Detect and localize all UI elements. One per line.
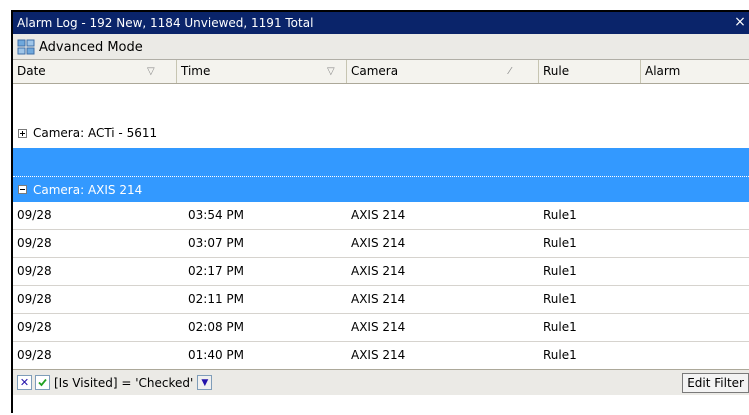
column-header-time-label: Time — [181, 64, 211, 78]
advanced-mode-button[interactable]: Advanced Mode — [17, 37, 143, 57]
cell-date: 09/28 — [17, 348, 52, 362]
cell-rule: Rule1 — [543, 264, 577, 278]
cell-rule: Rule1 — [543, 348, 577, 362]
cell-date: 09/28 — [17, 264, 52, 278]
column-header-alarm[interactable]: Alarm — [641, 60, 749, 83]
checkmark-icon — [38, 378, 47, 387]
filter-expression[interactable]: [Is Visited] = 'Checked' — [54, 376, 193, 390]
group-label: Camera: AXIS 214 — [33, 182, 143, 197]
cell-camera: AXIS 214 — [351, 208, 406, 222]
chevron-down-icon[interactable]: ▼ — [197, 375, 213, 390]
advanced-mode-label: Advanced Mode — [39, 39, 143, 55]
cell-camera: AXIS 214 — [351, 320, 406, 334]
group-row-acti-5611[interactable]: Camera: ACTi - 5611 — [13, 120, 749, 146]
cell-time: 02:08 PM — [188, 320, 244, 334]
cell-rule: Rule1 — [543, 208, 577, 222]
toolbar: Advanced Mode — [13, 34, 749, 60]
cell-camera: AXIS 214 — [351, 348, 406, 362]
cell-date: 09/28 — [17, 320, 52, 334]
column-header-time[interactable]: Time ▽ — [177, 60, 347, 83]
alarm-rows: 09/28 03:54 PM AXIS 214 Rule1 09/28 03:0… — [13, 202, 749, 370]
cell-time: 01:40 PM — [188, 348, 244, 362]
clear-filter-icon[interactable]: ✕ — [17, 375, 32, 390]
table-row[interactable]: 09/28 01:40 PM AXIS 214 Rule1 — [13, 342, 749, 370]
cell-camera: AXIS 214 — [351, 236, 406, 250]
table-row[interactable]: 09/28 03:07 PM AXIS 214 Rule1 — [13, 230, 749, 258]
filter-icon[interactable]: ▽ — [327, 60, 335, 83]
table-row[interactable]: 09/28 02:11 PM AXIS 214 Rule1 — [13, 286, 749, 314]
column-header-date[interactable]: Date ▽ — [13, 60, 177, 83]
collapse-minus-icon[interactable] — [18, 185, 27, 194]
column-header-rule-label: Rule — [543, 64, 570, 78]
filter-bar: ✕ [Is Visited] = 'Checked' ▼ Edit Filter — [13, 369, 749, 395]
column-header-camera-label: Camera — [351, 64, 399, 78]
window-title: Alarm Log - 192 New, 1184 Unviewed, 1191… — [17, 16, 314, 30]
column-header-alarm-label: Alarm — [645, 64, 681, 78]
cell-time: 03:54 PM — [188, 208, 244, 222]
cell-time: 03:07 PM — [188, 236, 244, 250]
cell-rule: Rule1 — [543, 320, 577, 334]
column-header-row: Date ▽ Time ▽ Camera ⁄ Rule Alarm — [13, 60, 749, 84]
cell-date: 09/28 — [17, 208, 52, 222]
selection-highlight — [13, 148, 749, 176]
window-bottom-margin — [13, 395, 749, 415]
group-label: Camera: ACTi - 5611 — [33, 126, 158, 140]
cell-time: 02:11 PM — [188, 292, 244, 306]
expand-plus-icon[interactable] — [18, 128, 27, 138]
sort-icon: ⁄ — [509, 66, 511, 77]
cell-rule: Rule1 — [543, 236, 577, 250]
table-row[interactable]: 09/28 03:54 PM AXIS 214 Rule1 — [13, 202, 749, 230]
cell-camera: AXIS 214 — [351, 292, 406, 306]
cell-rule: Rule1 — [543, 292, 577, 306]
filter-enabled-checkbox[interactable] — [35, 375, 50, 390]
cell-time: 02:17 PM — [188, 264, 244, 278]
column-header-date-label: Date — [17, 64, 46, 78]
column-header-camera[interactable]: Camera ⁄ — [347, 60, 539, 83]
table-row[interactable]: 09/28 02:17 PM AXIS 214 Rule1 — [13, 258, 749, 286]
edit-filter-button[interactable]: Edit Filter — [682, 373, 749, 393]
cell-date: 09/28 — [17, 292, 52, 306]
cell-date: 09/28 — [17, 236, 52, 250]
group-row-axis-214[interactable]: Camera: AXIS 214 — [13, 176, 749, 202]
column-header-rule[interactable]: Rule — [539, 60, 641, 83]
close-icon[interactable]: × — [733, 12, 747, 34]
title-bar[interactable]: Alarm Log - 192 New, 1184 Unviewed, 1191… — [13, 12, 749, 34]
alarm-log-window: Alarm Log - 192 New, 1184 Unviewed, 1191… — [11, 10, 749, 415]
cell-camera: AXIS 214 — [351, 264, 406, 278]
filter-icon[interactable]: ▽ — [147, 60, 155, 83]
table-row[interactable]: 09/28 02:08 PM AXIS 214 Rule1 — [13, 314, 749, 342]
advanced-mode-icon — [17, 39, 35, 55]
